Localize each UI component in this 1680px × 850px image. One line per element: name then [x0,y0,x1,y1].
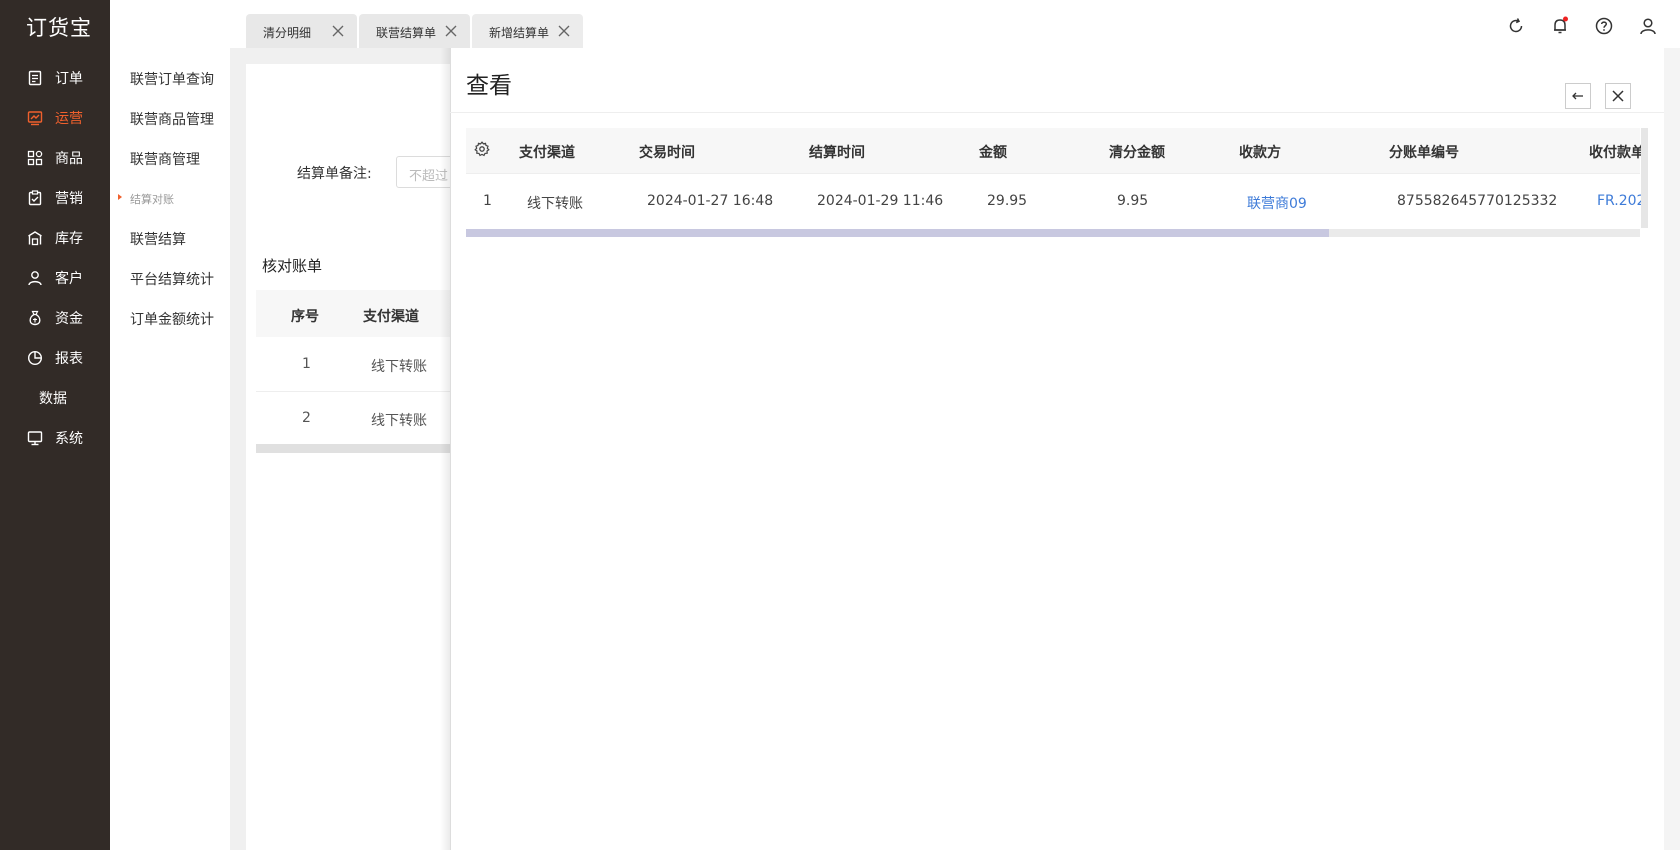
nav-item-marketing[interactable]: 营销 [0,178,110,218]
submenu-item-platform-stats[interactable]: 平台结算统计 [130,269,214,289]
remark-label: 结算单备注: [297,166,372,182]
th-amount: 金额 [979,145,1007,161]
nav-item-inventory[interactable]: 库存 [0,218,110,258]
submenu-group-label: 结算对账 [130,193,174,206]
warehouse-icon [26,229,44,247]
td-split-no: 875582645770125332 [1397,193,1558,209]
money-bag-icon [26,309,44,327]
page-right-edge [1664,48,1680,850]
bg-th-index: 序号 [291,309,319,325]
bg-table-header [256,290,456,337]
tab-label: 清分明细 [263,26,312,40]
td-index: 1 [483,193,492,209]
gear-icon[interactable] [474,141,490,157]
nav-item-system[interactable]: 系统 [0,418,110,458]
app-logo[interactable]: 订货宝 [26,12,92,42]
nav-label: 客户 [55,271,83,287]
tab-joint-settlement[interactable]: 联营结算单 [359,14,470,48]
help-icon[interactable] [1594,16,1614,36]
main-sidebar: 订货宝 订单 运营 商品 营销 库存 客户 资金 报表 数据 系统 [0,0,110,850]
horizontal-scrollbar-thumb[interactable] [466,229,1329,237]
user-icon [26,269,44,287]
th-split-no: 分账单编号 [1389,145,1459,161]
bg-td-channel: 线下转账 [371,359,427,375]
drawer-title: 查看 [466,73,512,99]
nav-label: 库存 [55,231,83,247]
refresh-icon[interactable] [1506,16,1526,36]
nav-item-funds[interactable]: 资金 [0,298,110,338]
clipboard-check-icon [26,189,44,207]
drawer-shadow [440,48,450,850]
nav-item-goods[interactable]: 商品 [0,138,110,178]
th-receipt-no: 收付款单 [1589,145,1645,161]
vertical-scrollbar[interactable] [1641,128,1648,228]
nav-item-order[interactable]: 订单 [0,58,110,98]
td-settle-time: 2024-01-29 11:46 [817,193,944,209]
tab-label: 联营结算单 [376,26,436,40]
pie-chart-icon [26,349,44,367]
nav-label: 商品 [55,151,83,167]
th-pay-channel: 支付渠道 [519,145,575,161]
arrow-left-icon[interactable] [1565,83,1591,109]
nav-label: 报表 [55,351,83,367]
th-payee: 收款方 [1239,145,1281,161]
tab-label: 新增结算单 [489,26,549,40]
nav-item-data[interactable]: 数据 [0,378,110,418]
nav-label: 系统 [55,431,83,447]
secondary-menu: 联营订单查询 联营商品管理 联营商管理 结算对账 联营结算 平台结算统计 订单金… [110,48,230,850]
submenu-item-order-query[interactable]: 联营订单查询 [130,69,214,89]
monitor-icon [26,429,44,447]
th-trade-time: 交易时间 [639,145,695,161]
nav-item-operation[interactable]: 运营 [0,98,110,138]
td-clear-amount: 9.95 [1117,193,1149,209]
expand-triangle-icon [118,194,122,200]
td-trade-time: 2024-01-27 16:48 [647,193,774,209]
th-settle-time: 结算时间 [809,145,865,161]
close-icon[interactable] [557,24,571,38]
bell-icon[interactable] [1550,16,1570,36]
td-pay-channel: 线下转账 [527,196,583,212]
bg-row-divider [256,391,456,392]
grid-apps-icon [26,149,44,167]
submenu-item-merchant-manage[interactable]: 联营商管理 [130,149,200,169]
nav-label: 运营 [55,111,83,127]
bg-td-index: 1 [302,356,311,372]
table-header-divider [466,173,1640,174]
td-amount: 29.95 [987,193,1028,209]
submenu-item-goods-manage[interactable]: 联营商品管理 [130,109,214,129]
th-clear-amount: 清分金额 [1109,145,1165,161]
close-icon[interactable] [444,24,458,38]
tab-clearing-detail[interactable]: 清分明细 [246,14,357,48]
bg-horizontal-scrollbar[interactable] [256,444,456,453]
order-doc-icon [26,69,44,87]
bg-th-channel: 支付渠道 [363,309,419,325]
nav-label: 数据 [39,391,67,407]
section-title: 核对账单 [262,257,323,275]
nav-item-report[interactable]: 报表 [0,338,110,378]
bg-td-index: 2 [302,410,311,426]
submenu-item-settlement[interactable]: 联营结算 [130,229,186,249]
tab-new-settlement[interactable]: 新增结算单 [472,14,583,48]
close-icon[interactable] [1605,83,1631,109]
nav-item-customer[interactable]: 客户 [0,258,110,298]
close-icon[interactable] [331,24,345,38]
submenu-group-settlement[interactable]: 结算对账 [118,191,174,207]
nav-label: 资金 [55,311,83,327]
bg-td-channel: 线下转账 [371,413,427,429]
drawer-right-clip [1648,113,1665,850]
td-receipt-link[interactable]: FR.202 [1597,193,1645,209]
nav-label: 营销 [55,191,83,207]
user-icon[interactable] [1638,16,1658,36]
chart-trend-icon [26,109,44,127]
nav-label: 订单 [55,71,83,87]
drawer-divider [450,112,1665,113]
td-payee-link[interactable]: 联营商09 [1247,193,1307,213]
submenu-item-order-amount-stats[interactable]: 订单金额统计 [130,309,214,329]
